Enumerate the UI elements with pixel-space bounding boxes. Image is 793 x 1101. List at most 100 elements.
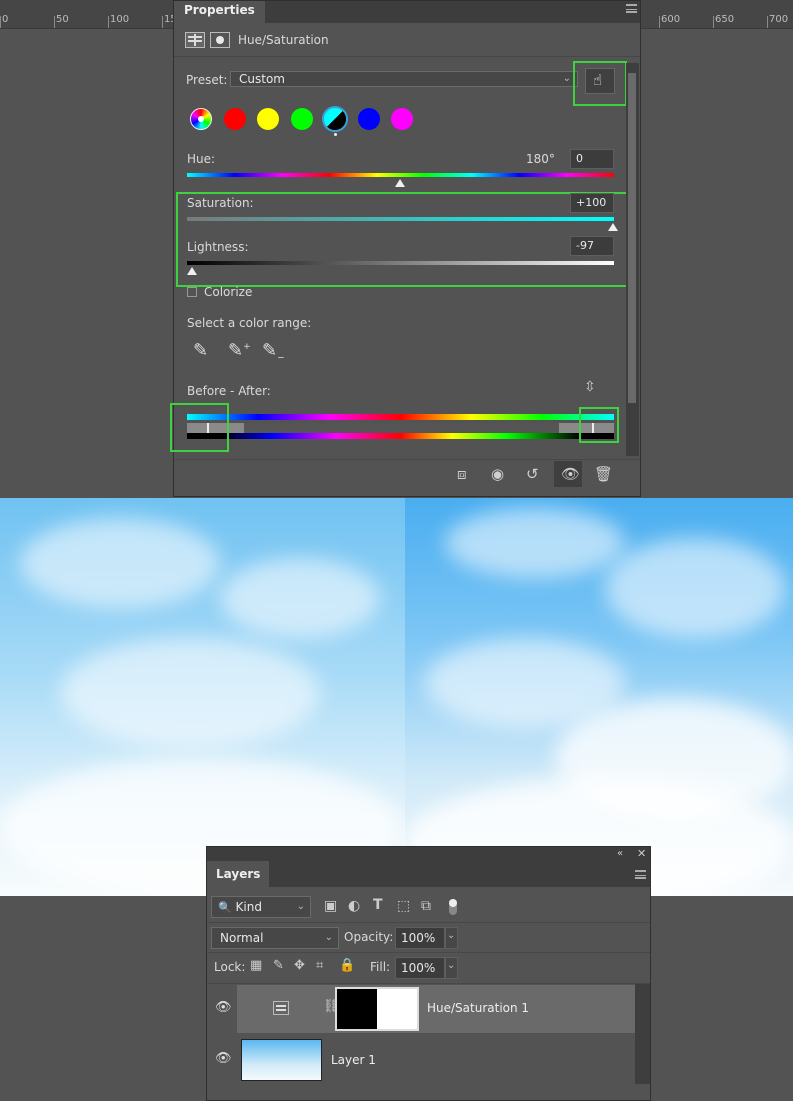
saturation-label: Saturation: [187,196,254,210]
hue-input[interactable]: 0 [570,149,614,169]
filter-pixel-icon[interactable]: ▣ [324,898,337,914]
layers-tabbar: Layers [207,861,650,887]
lock-transparent-icon[interactable]: ▦ [250,958,262,973]
layer-mask-thumbnail[interactable] [335,987,419,1031]
lock-position-icon[interactable]: ✥ [294,958,305,973]
adjustment-header: Hue/Saturation [174,26,640,57]
before-after-label: Before - After: [187,384,271,398]
lock-pixels-icon[interactable]: ✎ [273,958,284,973]
range-toggle-icon[interactable]: ⇳ [584,379,596,395]
layer-name[interactable]: Layer 1 [331,1053,376,1067]
chevron-down-icon: ⌄ [447,930,456,941]
lightness-input[interactable]: -97 [570,236,614,256]
saturation-slider-thumb[interactable] [608,223,618,231]
panel-menu-icon[interactable] [635,870,646,879]
swatch-master[interactable] [190,108,212,130]
lock-artboard-icon[interactable]: ⌗ [316,958,323,973]
filter-smart-object-icon[interactable]: ⧉ [421,898,431,914]
visibility-eye-icon[interactable]: 👁 [215,1051,232,1066]
highlight-box [579,407,619,443]
chevron-down-icon: ⌄ [324,932,333,943]
fill-label: Fill: [370,960,391,974]
reset-icon[interactable]: ↺ [526,465,539,483]
blend-mode-dropdown[interactable]: Normal ⌄ [211,927,339,949]
layer-row-hue-saturation[interactable]: 👁 ⛓ Hue/Saturation 1 [207,985,635,1033]
ruler-mark: 650 [715,14,735,25]
clip-to-layer-icon[interactable]: ⧈ [457,465,467,483]
visibility-toggle[interactable]: 👁 [554,461,582,487]
ruler-mark: 0 [2,14,9,25]
filter-kind-dropdown[interactable]: 🔍 Kind ⌄ [211,896,311,918]
swatch-magentas[interactable] [391,108,413,130]
layer-thumbnail[interactable] [241,1039,322,1081]
fill-dropdown-button[interactable]: ⌄ [445,957,458,979]
ruler-mark: 600 [661,14,681,25]
before-color-bar [187,414,614,420]
swatch-blues[interactable] [358,108,380,130]
swatch-cyans[interactable] [322,106,348,132]
filter-type-icon[interactable]: T [373,897,383,913]
filter-toggle[interactable] [449,899,457,915]
hue-label: Hue: [187,152,216,166]
properties-footer: ⧈ ◉ ↺ 👁 🗑 [174,459,640,490]
saturation-slider[interactable] [187,217,614,221]
hue-slider[interactable] [187,173,614,177]
ruler-mark: 100 [110,14,130,25]
lock-all-icon[interactable]: 🔒 [339,958,355,973]
colorize-checkbox[interactable] [187,287,197,297]
visibility-eye-icon[interactable]: 👁 [215,1000,232,1015]
layer-name[interactable]: Hue/Saturation 1 [427,1001,529,1015]
preset-value: Custom [239,72,285,86]
lock-label: Lock: [214,960,246,974]
scrollbar-thumb[interactable] [628,73,636,403]
tab-layers[interactable]: Layers [207,861,270,887]
hue-slider-thumb[interactable] [395,179,405,187]
after-preview [405,498,793,896]
eyedropper-icon[interactable]: ✎ [193,340,208,361]
lightness-slider-thumb[interactable] [187,267,197,275]
layers-scrollbar[interactable] [635,984,650,1084]
hand-pointer-icon: ☝ [593,71,603,89]
eyedropper-add-icon[interactable]: ✎+ [228,340,251,361]
swatch-reds[interactable] [224,108,246,130]
canvas-image[interactable] [0,498,793,896]
hue-degree-text: 180° [526,152,555,166]
ruler-right: 600 650 700 [641,0,793,29]
filter-shape-icon[interactable]: ⬚ [397,898,410,914]
preset-dropdown[interactable]: Custom ⌄ [230,71,578,87]
close-icon[interactable]: ✕ [637,847,646,860]
collapse-icon[interactable]: « [617,847,623,860]
chevron-down-icon: ⌄ [562,73,571,84]
opacity-label: Opacity: [344,930,394,944]
panel-menu-icon[interactable] [626,4,637,13]
eyedropper-subtract-icon[interactable]: ✎− [262,340,285,364]
adjustment-title: Hue/Saturation [238,33,329,47]
properties-panel: Properties Hue/Saturation Preset: Custom… [170,0,641,497]
ruler-mark: 700 [769,14,789,25]
chevron-down-icon: ⌄ [296,901,305,912]
ruler-mark: 50 [56,14,69,25]
search-icon: 🔍 [218,901,232,914]
lightness-slider[interactable] [187,261,614,265]
range-slider[interactable] [187,423,614,433]
opacity-dropdown-button[interactable]: ⌄ [445,927,458,949]
filter-adjustment-icon[interactable]: ◐ [348,898,360,914]
targeted-adjustment-tool[interactable]: ☝ [585,68,615,94]
tab-properties[interactable]: Properties [174,1,265,23]
view-previous-icon[interactable]: ◉ [491,465,504,483]
swatch-yellows[interactable] [257,108,279,130]
layer-row-layer-1[interactable]: 👁 Layer 1 [207,1035,635,1083]
layers-titlebar: « ✕ [207,847,650,861]
swatch-greens[interactable] [291,108,313,130]
color-range-label: Select a color range: [187,316,312,330]
layer-mask-icon[interactable] [210,32,230,48]
eye-icon: 👁 [561,465,581,483]
adjustment-layer-icon [273,1001,289,1015]
trash-icon[interactable]: 🗑 [594,465,613,483]
opacity-input[interactable]: 100% [395,927,445,949]
adjustment-layer-icon[interactable] [185,32,205,48]
properties-tabbar: Properties [174,1,640,23]
fill-input[interactable]: 100% [395,957,445,979]
saturation-input[interactable]: +100 [570,193,614,213]
properties-scrollbar[interactable] [626,63,639,456]
